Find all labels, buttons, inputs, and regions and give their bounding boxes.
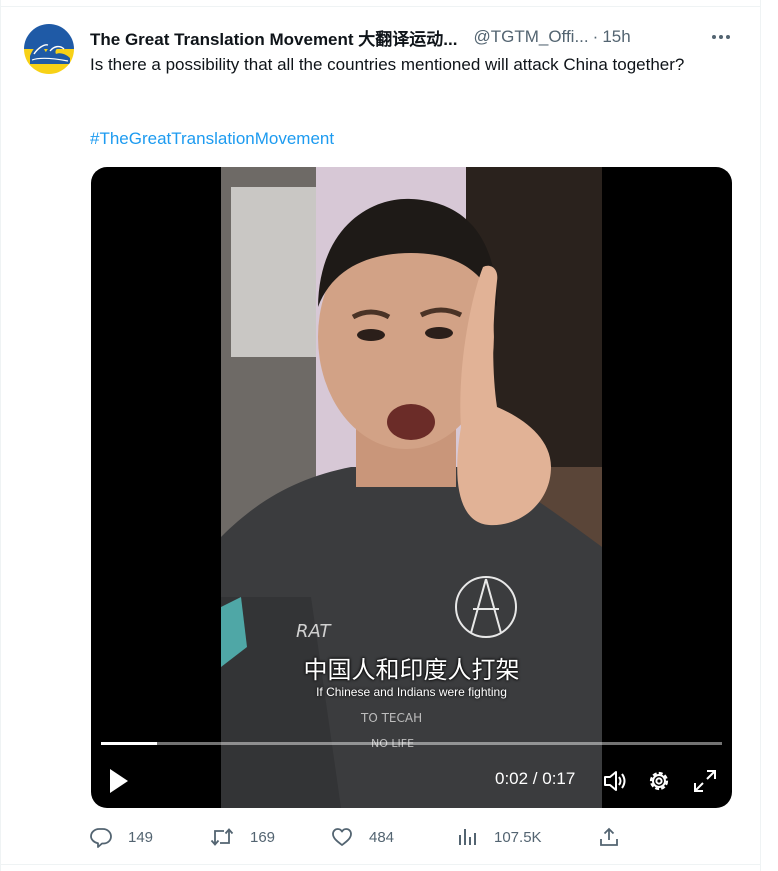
svg-text:RAT: RAT	[296, 621, 333, 642]
views-icon	[459, 829, 476, 845]
volume-button[interactable]	[602, 768, 628, 794]
fullscreen-icon	[694, 770, 716, 792]
subtitle-english: If Chinese and Indians were fighting	[316, 685, 507, 699]
video-progress-bar[interactable]	[101, 742, 722, 745]
fullscreen-button[interactable]	[692, 768, 718, 794]
top-border	[0, 6, 761, 7]
reply-count: 149	[128, 828, 154, 846]
video-player[interactable]: RAT TO TECAH NO LIFE 中国人和印度人打架 If Chines…	[91, 167, 732, 808]
views-button[interactable]: 107.5K	[456, 822, 542, 852]
subtitle-chinese: 中国人和印度人打架	[303, 656, 520, 684]
user-handle[interactable]: @TGTM_Offi...	[473, 27, 588, 47]
more-icon	[712, 35, 730, 39]
right-border	[760, 0, 761, 871]
settings-icon	[649, 771, 669, 791]
share-button[interactable]	[598, 822, 636, 852]
retweet-count: 169	[250, 828, 276, 846]
separator-dot: ·	[592, 27, 599, 46]
views-count: 107.5K	[494, 828, 542, 846]
bottom-border	[0, 864, 761, 865]
reply-button[interactable]: 149	[90, 822, 153, 852]
reply-icon	[90, 828, 112, 848]
play-button[interactable]	[107, 767, 131, 795]
share-icon	[600, 827, 618, 846]
left-border	[0, 0, 1, 871]
video-frame: RAT TO TECAH NO LIFE 中国人和印度人打架 If Chines…	[221, 167, 602, 808]
more-button[interactable]	[709, 26, 733, 48]
tweet-text: Is there a possibility that all the coun…	[90, 55, 685, 74]
tweet-header: The Great Translation Movement 大翻译运动... …	[90, 25, 730, 49]
like-icon	[332, 828, 352, 846]
hashtag-link[interactable]: #TheGreatTranslationMovement	[90, 127, 334, 151]
settings-button[interactable]	[646, 768, 672, 794]
play-icon	[110, 769, 128, 793]
like-button[interactable]: 484	[331, 822, 394, 852]
retweet-icon	[210, 828, 234, 846]
video-frame-image: RAT TO TECAH NO LIFE	[221, 167, 602, 808]
video-time: 0:02 / 0:17	[495, 769, 576, 788]
timestamp[interactable]: 15h	[602, 27, 630, 47]
display-name[interactable]: The Great Translation Movement 大翻译运动...	[90, 25, 457, 50]
video-progress-fill	[101, 742, 157, 745]
like-count: 484	[369, 828, 395, 846]
avatar-wave-logo	[24, 24, 74, 74]
svg-text:TO TECAH: TO TECAH	[360, 711, 422, 725]
volume-icon	[604, 771, 626, 791]
avatar[interactable]	[24, 24, 74, 74]
retweet-button[interactable]: 169	[210, 822, 275, 852]
